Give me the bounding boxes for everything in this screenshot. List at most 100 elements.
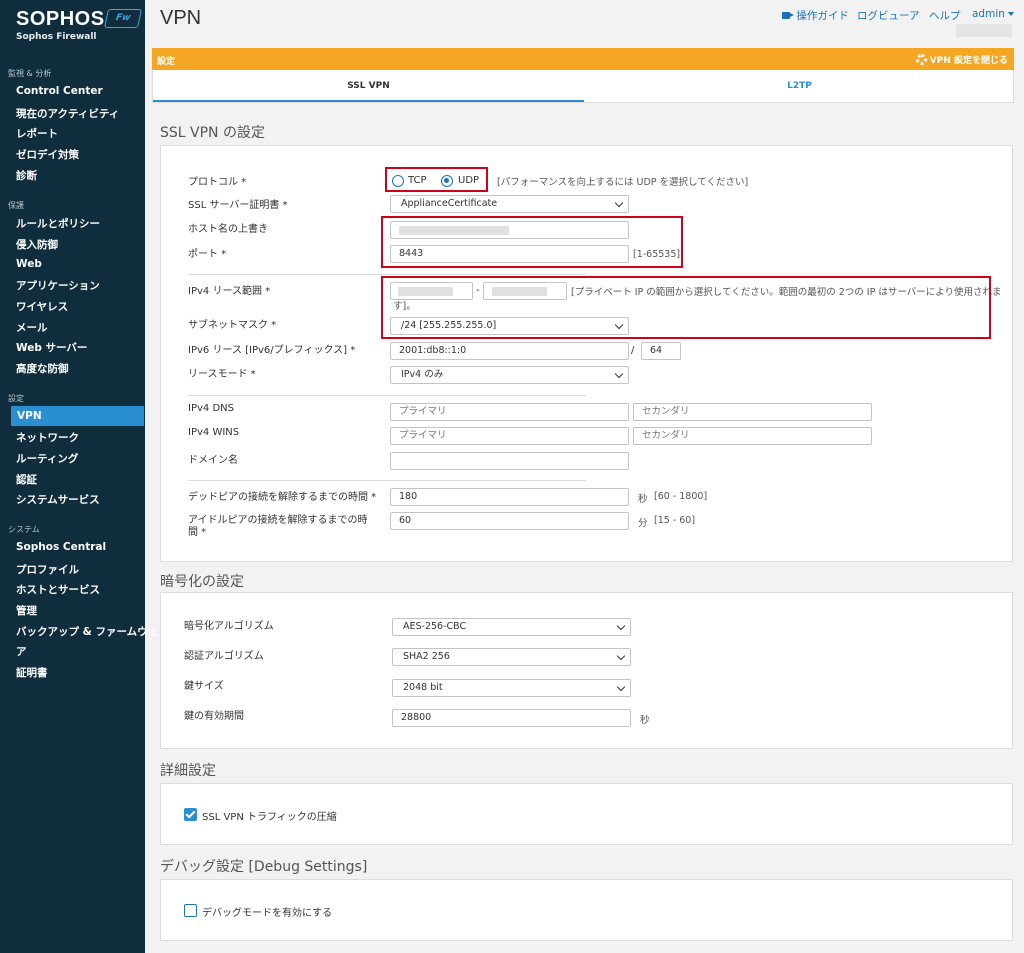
advanced-panel: SSL VPN トラフィックの圧縮 — [160, 783, 1013, 845]
host-override-label: ホスト名の上書き — [188, 224, 268, 235]
sidebar-item-email[interactable]: メール — [16, 320, 144, 335]
tab-ssl-vpn[interactable]: SSL VPN — [153, 70, 584, 102]
key-lifetime-input[interactable]: 28800 — [392, 709, 631, 727]
nav-section-monitor: 監視 & 分析 — [8, 69, 52, 78]
sidebar-item-rules-policies[interactable]: ルールとポリシー — [16, 216, 144, 231]
compress-label: SSL VPN トラフィックの圧縮 — [202, 812, 337, 823]
sidebar-item-diagnostics[interactable]: 診断 — [16, 168, 144, 183]
chevron-down-icon — [614, 198, 624, 208]
algo-value: AES-256-CBC — [403, 621, 467, 632]
vpn-tabs: SSL VPN L2TP — [152, 70, 1014, 103]
sidebar-item-authentication[interactable]: 認証 — [16, 472, 144, 487]
sidebar-item-routing[interactable]: ルーティング — [16, 451, 144, 466]
auth-algo-value: SHA2 256 — [403, 651, 450, 662]
sidebar-item-profiles[interactable]: プロファイル — [16, 562, 144, 577]
ipv4-range-label: IPv4 リース範囲 * — [188, 286, 271, 297]
domain-input[interactable] — [390, 452, 629, 470]
protocol-label: プロトコル * — [188, 177, 247, 188]
algo-label: 暗号化アルゴリズム — [184, 621, 274, 632]
sidebar-item-advanced-protection[interactable]: 高度な防御 — [16, 361, 144, 376]
idle-peer-hint: [15 - 60] — [654, 515, 696, 526]
dead-peer-unit: 秒 — [638, 494, 648, 505]
compress-checkbox[interactable] — [184, 808, 197, 821]
ipv4-dns-label: IPv4 DNS — [188, 403, 234, 414]
nav-section-protect: 保護 — [8, 201, 24, 210]
ipv6-prefix-input[interactable]: 64 — [641, 342, 681, 360]
wins-primary-input[interactable]: プライマリ — [390, 427, 629, 445]
crypto-panel: 暗号化アルゴリズム AES-256-CBC 認証アルゴリズム SHA2 256 … — [160, 592, 1013, 749]
lease-mode-select[interactable]: IPv4 のみ — [390, 366, 629, 384]
sidebar-item-intrusion-prevention[interactable]: 侵入防御 — [16, 237, 144, 252]
sidebar-item-wireless[interactable]: ワイヤレス — [16, 299, 144, 314]
sidebar-item-current-activity[interactable]: 現在のアクティビティ — [16, 106, 144, 121]
cert-label: SSL サーバー証明書 * — [188, 200, 288, 211]
sidebar-item-administration[interactable]: 管理 — [16, 603, 144, 618]
dns-secondary-input[interactable]: セカンダリ — [633, 403, 872, 421]
sidebar-item-control-center[interactable]: Control Center — [16, 85, 144, 97]
protocol-hint: [パフォーマンスを向上するには UDP を選択してください] — [497, 177, 749, 188]
sidebar-item-hosts-services[interactable]: ホストとサービス — [16, 582, 144, 597]
sidebar-item-network[interactable]: ネットワーク — [16, 430, 144, 445]
sidebar: SOPHOS Fw Sophos Firewall 監視 & 分析 Contro… — [0, 0, 158, 953]
cert-value: ApplianceCertificate — [401, 198, 498, 209]
sidebar-item-zero-day[interactable]: ゼロデイ対策 — [16, 147, 144, 162]
lease-mode-label: リースモード * — [188, 369, 256, 380]
subnet-label: サブネットマスク * — [188, 320, 277, 331]
debug-panel: デバッグモードを有効にする — [160, 879, 1013, 941]
host-port-highlight — [381, 216, 683, 268]
nav-section-system: システム — [8, 525, 40, 534]
sidebar-item-applications[interactable]: アプリケーション — [16, 278, 144, 293]
auth-algo-select[interactable]: SHA2 256 — [392, 648, 631, 666]
algo-select[interactable]: AES-256-CBC — [392, 618, 631, 636]
debug-section-title: デバッグ設定 [Debug Settings] — [160, 859, 368, 875]
video-icon — [782, 12, 794, 19]
ipv6-label: IPv6 リース [IPv6/プレフィックス] * — [188, 345, 356, 356]
divider — [188, 274, 586, 275]
idle-peer-label-cont: 間 * — [188, 527, 207, 538]
guide-link[interactable]: 操作ガイド — [782, 8, 849, 23]
chevron-down-icon — [1007, 12, 1014, 16]
protocol-highlight — [385, 167, 488, 192]
dns-primary-input[interactable]: プライマリ — [390, 403, 629, 421]
settings-bar: 設定 VPN 設定を閉じる — [152, 48, 1014, 70]
sidebar-item-web-server[interactable]: Web サーバー — [16, 340, 144, 355]
settings-bar-title: 設定 — [157, 57, 176, 67]
admin-label: admin — [972, 8, 1005, 20]
nav-section-configure: 設定 — [8, 394, 24, 403]
tab-l2tp[interactable]: L2TP — [584, 70, 1015, 102]
idle-peer-unit: 分 — [638, 518, 648, 529]
admin-menu[interactable]: admin — [972, 8, 1014, 20]
dead-peer-hint: [60 - 1800] — [654, 491, 708, 502]
divider — [188, 480, 586, 481]
wins-secondary-input[interactable]: セカンダリ — [633, 427, 872, 445]
sidebar-item-web[interactable]: Web — [16, 258, 144, 270]
sidebar-item-backup-firmware-cont[interactable]: ア — [16, 644, 144, 659]
divider — [188, 395, 586, 396]
sidebar-item-backup-firmware[interactable]: バックアップ & ファームウェ — [16, 624, 158, 639]
sidebar-item-reports[interactable]: レポート — [16, 126, 144, 141]
key-size-select[interactable]: 2048 bit — [392, 679, 631, 697]
chevron-down-icon — [614, 369, 624, 379]
ssl-vpn-panel: プロトコル * TCP UDP [パフォーマンスを向上するには UDP を選択し… — [160, 145, 1013, 562]
idle-peer-input[interactable]: 60 — [390, 512, 629, 530]
ipv6-input[interactable]: 2001:db8::1:0 — [390, 342, 629, 360]
lease-mode-value: IPv4 のみ — [401, 369, 444, 380]
debug-checkbox[interactable] — [184, 904, 197, 917]
help-link[interactable]: ヘルプ — [929, 8, 961, 23]
sidebar-item-sophos-central[interactable]: Sophos Central — [16, 541, 144, 553]
sidebar-item-system-services[interactable]: システムサービス — [16, 492, 144, 507]
chevron-down-icon — [616, 682, 626, 692]
key-size-value: 2048 bit — [403, 682, 443, 693]
chevron-down-icon — [616, 651, 626, 661]
close-vpn-settings-button[interactable]: VPN 設定を閉じる — [915, 53, 1008, 66]
sidebar-item-certificates[interactable]: 証明書 — [16, 665, 144, 680]
dead-peer-input[interactable]: 180 — [390, 488, 629, 506]
cert-select[interactable]: ApplianceCertificate — [390, 195, 629, 213]
key-size-label: 鍵サイズ — [184, 681, 224, 692]
port-label: ポート * — [188, 249, 227, 260]
key-lifetime-unit: 秒 — [640, 715, 650, 726]
sidebar-item-vpn[interactable]: VPN — [11, 406, 144, 426]
log-viewer-link[interactable]: ログビューア — [857, 8, 920, 23]
advanced-section-title: 詳細設定 — [160, 763, 216, 779]
crypto-section-title: 暗号化の設定 — [160, 574, 244, 590]
